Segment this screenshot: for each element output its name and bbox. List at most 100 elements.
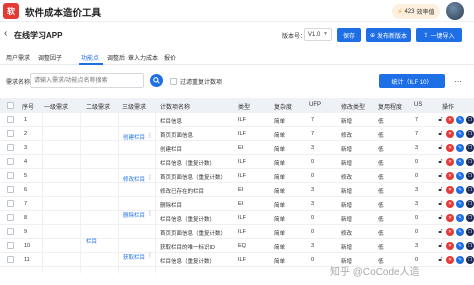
level3-group-create[interactable]: 创建栏目 [123,133,145,141]
import-icon: ⇪ [423,32,429,39]
row-checkbox[interactable] [7,200,14,207]
row-checkbox[interactable] [7,214,14,221]
copy-icon[interactable]: ❐ [466,200,474,208]
tab-adjust-factors[interactable]: 调整因子 [38,53,62,62]
more-icon[interactable]: ⋮ [147,252,153,259]
copy-icon[interactable]: ❐ [466,130,474,138]
more-icon[interactable]: ⋮ [147,210,153,217]
delete-icon[interactable]: ✕ [446,214,454,222]
delete-icon[interactable]: ✕ [446,144,454,152]
more-icon[interactable]: ⋮ [147,132,153,139]
search-input[interactable] [30,73,144,88]
copy-icon[interactable]: ❐ [466,116,474,124]
row-ufp: 0 [311,215,315,221]
more-icon[interactable]: ⋯ [450,76,466,86]
more-icon[interactable]: ⋮ [147,174,153,181]
column-divider [42,113,43,273]
back-arrow-icon[interactable]: ‹ [4,28,7,39]
delete-icon[interactable]: ✕ [446,256,454,264]
row-checkbox[interactable] [7,242,14,249]
select-all-checkbox[interactable] [7,102,14,109]
table-row[interactable]: 6 修改已存在的栏目 EI 简单 3 新增 低 3 🔓︎ ✕ ✎ ❐ [0,183,474,197]
table-row[interactable]: 9 首页页面信息（重复计数） ILF 简单 0 修改 低 0 🔓︎ ✕ ✎ ❐ [0,225,474,239]
lock-icon[interactable]: 🔓︎ [437,130,444,138]
copy-icon[interactable]: ❐ [466,186,474,194]
edit-icon[interactable]: ✎ [456,186,464,194]
row-checkbox[interactable] [7,130,14,137]
row-checkbox[interactable] [7,256,14,263]
lock-icon[interactable]: 🔓︎ [437,172,444,180]
edit-icon[interactable]: ✎ [456,256,464,264]
version-select[interactable]: V1.0 ▼ [304,28,332,41]
level3-group-get[interactable]: 获取栏目 [123,253,145,261]
lock-icon[interactable]: 🔓︎ [437,228,444,236]
edit-icon[interactable]: ✎ [456,228,464,236]
tab-user-requirements[interactable]: 用户需求 [6,53,30,62]
edit-icon[interactable]: ✎ [456,158,464,166]
app-title: 软件成本造价工具 [25,8,102,19]
delete-icon[interactable]: ✕ [446,116,454,124]
edit-icon[interactable]: ✎ [456,172,464,180]
lock-icon[interactable]: 🔓︎ [437,256,444,264]
table-row[interactable]: 8 栏目信息（重复计数） ILF 简单 0 新增 低 0 🔓︎ ✕ ✎ ❐ [0,211,474,225]
table-row[interactable]: 3 创建栏目 EI 简单 3 新增 低 3 🔓︎ ✕ ✎ ❐ [0,141,474,155]
level3-group-delete[interactable]: 删除栏目 [123,211,145,219]
delete-icon[interactable]: ✕ [446,130,454,138]
table-row[interactable]: 7 删除栏目 EI 简单 3 新增 低 3 🔓︎ ✕ ✎ ❐ [0,197,474,211]
lock-icon[interactable]: 🔓︎ [437,116,444,124]
delete-icon[interactable]: ✕ [446,186,454,194]
level3-group-modify[interactable]: 修改栏目 [123,175,145,183]
search-button[interactable] [150,74,163,87]
copy-icon[interactable]: ❐ [466,214,474,222]
row-checkbox[interactable] [7,172,14,179]
edit-icon[interactable]: ✎ [456,130,464,138]
edit-icon[interactable]: ✎ [456,200,464,208]
efficiency-badge[interactable]: ⚡ 423 效率值 [392,4,440,19]
row-checkbox[interactable] [7,228,14,235]
lock-icon[interactable]: 🔓︎ [437,158,444,166]
copy-icon[interactable]: ❐ [466,256,474,264]
table-row[interactable]: 4 栏目信息（重复计数） ILF 简单 0 新增 低 0 🔓︎ ✕ ✎ ❐ [0,155,474,169]
copy-icon[interactable]: ❐ [466,242,474,250]
save-button[interactable]: 保存 [337,28,361,42]
row-checkbox[interactable] [7,186,14,193]
table-row[interactable]: 2 首页页面信息 ILF 简单 7 修改 低 7 🔓︎ ✕ ✎ ❐ [0,127,474,141]
row-complexity: 简单 [274,231,286,237]
lock-icon[interactable]: 🔓︎ [437,242,444,250]
copy-icon[interactable]: ❐ [466,158,474,166]
filter-duplicates-checkbox[interactable] [170,78,177,85]
tab-function-points[interactable]: 功能点 [81,53,99,62]
lock-icon[interactable]: 🔓︎ [437,214,444,222]
tab-labor-cost[interactable]: 章入力成本 [128,53,158,62]
tab-adjusted[interactable]: 调整后 [107,53,125,62]
lock-icon[interactable]: 🔓︎ [437,186,444,194]
delete-icon[interactable]: ✕ [446,158,454,166]
level2-cell[interactable]: 栏目 [86,237,97,245]
copy-icon[interactable]: ❐ [466,228,474,236]
delete-icon[interactable]: ✕ [446,200,454,208]
user-avatar[interactable] [446,2,464,20]
delete-icon[interactable]: ✕ [446,172,454,180]
copy-icon[interactable]: ❐ [466,144,474,152]
edit-icon[interactable]: ✎ [456,214,464,222]
table-row[interactable]: 1 栏目信息 ILF 简单 7 新增 低 7 🔓︎ ✕ ✎ ❐ [0,113,474,127]
lock-icon[interactable]: 🔓︎ [437,200,444,208]
table-row[interactable]: 5 首页页面信息（重复计数） ILF 简单 0 修改 低 0 🔓︎ ✕ ✎ ❐ [0,169,474,183]
publish-version-button[interactable]: ⊕ 发布新版本 [366,28,411,42]
edit-icon[interactable]: ✎ [456,242,464,250]
tab-quote[interactable]: 报价 [164,53,176,62]
table-row[interactable]: 10 获取栏目的唯一标识ID EQ 简单 3 新增 低 3 🔓︎ ✕ ✎ ❐ [0,239,474,253]
delete-icon[interactable]: ✕ [446,242,454,250]
row-reuse: 低 [378,217,384,223]
row-item-name: 首页页面信息 [160,133,194,139]
edit-icon[interactable]: ✎ [456,144,464,152]
stats-button[interactable]: 统计（ILF 10） [379,74,445,88]
delete-icon[interactable]: ✕ [446,228,454,236]
edit-icon[interactable]: ✎ [456,116,464,124]
lock-icon[interactable]: 🔓︎ [437,144,444,152]
row-checkbox[interactable] [7,144,14,151]
row-checkbox[interactable] [7,158,14,165]
copy-icon[interactable]: ❐ [466,172,474,180]
import-button[interactable]: ⇪ 一键导入 [416,28,462,42]
row-checkbox[interactable] [7,116,14,123]
